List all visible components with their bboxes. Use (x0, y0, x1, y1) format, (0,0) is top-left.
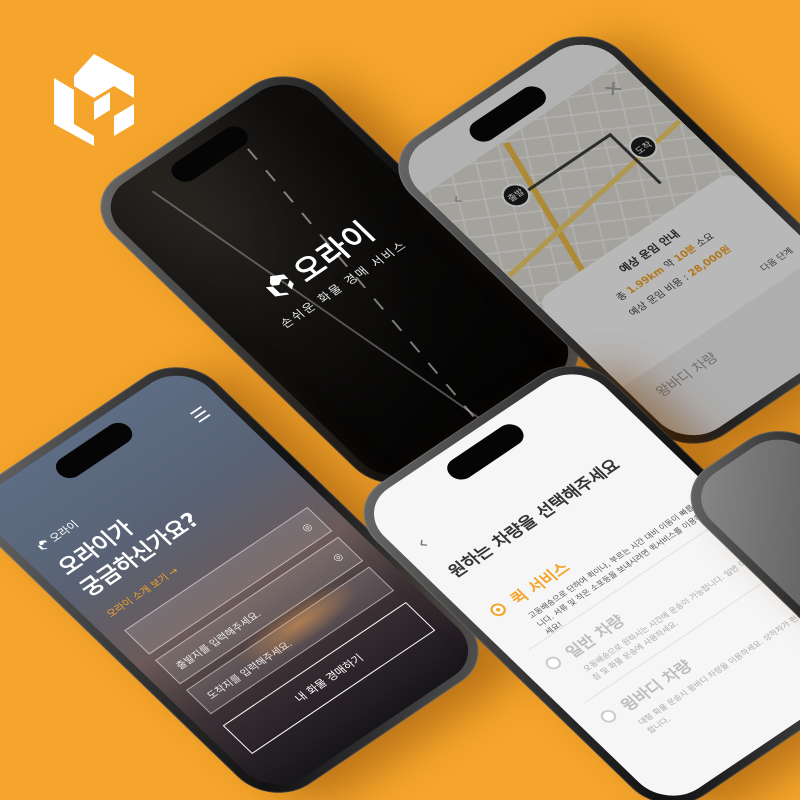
cube-logo-icon (37, 540, 48, 550)
dynamic-island (50, 418, 138, 483)
mockup-scene: 오라이 손쉬운 화물 경매 서비스 ‹ ✕ 출발 도착 예상 운임 안내 총 1… (0, 0, 800, 800)
radio-unselected-icon[interactable] (542, 654, 565, 672)
radio-unselected-icon[interactable] (597, 707, 620, 726)
location-target-icon[interactable]: ◎ (330, 551, 345, 564)
home-logo-text: 오라이 (46, 518, 82, 545)
hamburger-menu-icon[interactable]: ☰ (187, 403, 216, 427)
cube-logo-icon (265, 274, 294, 297)
radio-selected-icon[interactable] (487, 600, 510, 619)
dynamic-island (165, 122, 253, 187)
next-step-button[interactable]: 다음 단계 (757, 244, 796, 274)
back-arrow-icon[interactable]: ‹ (410, 532, 434, 554)
splash-brand: 오라이 손쉬운 화물 경매 서비스 (204, 178, 448, 357)
home-heading: 오라이가 궁금하신가요? (52, 486, 207, 603)
location-target-icon[interactable]: ◎ (299, 521, 314, 534)
cube-logo-icon (54, 54, 134, 146)
splash-title: 오라이 (286, 215, 384, 289)
